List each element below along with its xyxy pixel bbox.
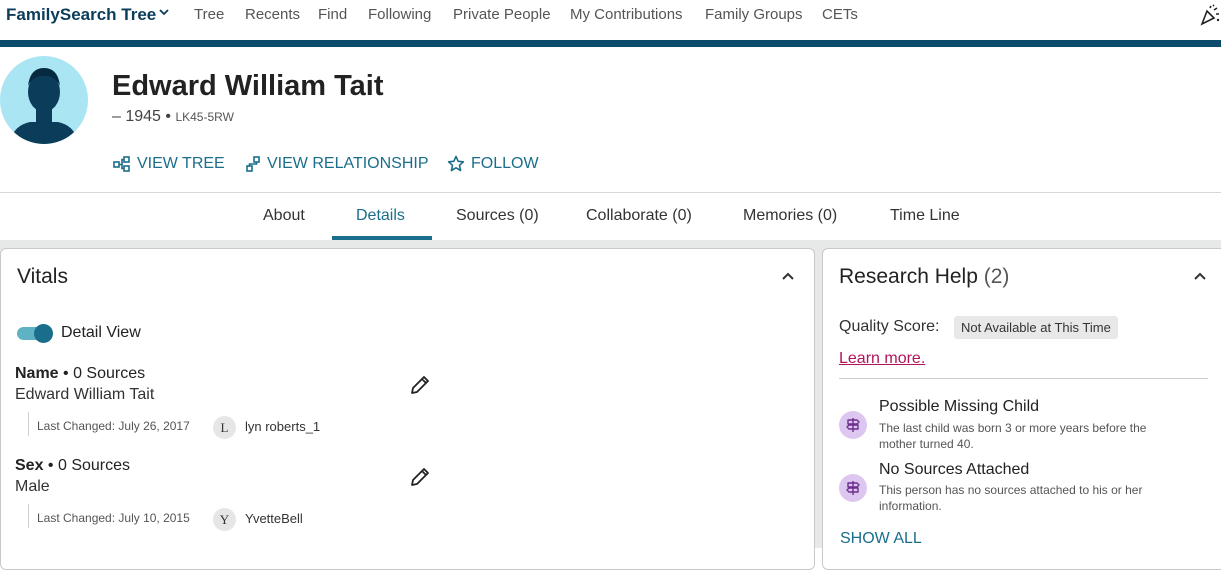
star-icon	[447, 155, 465, 172]
brand-menu[interactable]: FamilySearch Tree	[6, 5, 156, 25]
sex-value: Male	[15, 478, 50, 495]
separator-dot: •	[165, 108, 171, 125]
research-divider	[839, 378, 1208, 379]
contributor-avatar[interactable]: L	[213, 416, 236, 439]
name-label: Name	[15, 365, 59, 382]
chevron-down-icon[interactable]	[158, 6, 170, 21]
view-tree-label: VIEW TREE	[137, 155, 225, 172]
edit-name-icon[interactable]	[409, 374, 431, 396]
sex-sources[interactable]: • 0 Sources	[48, 457, 130, 474]
hint-description: The last child was born 3 or more years …	[879, 421, 1147, 451]
follow-button[interactable]: FOLLOW	[447, 155, 539, 173]
research-help-count: (2)	[983, 265, 1010, 288]
person-id[interactable]: LK45-5RW	[175, 110, 233, 124]
nav-accent-bar	[0, 40, 1221, 47]
contributor-name[interactable]: YvetteBell	[245, 511, 303, 526]
person-dates-line: – 1945 • LK45-5RW	[112, 108, 234, 126]
hint-description: This person has no sources attached to h…	[879, 483, 1143, 513]
vitals-title: Vitals	[17, 265, 68, 288]
signpost-icon	[839, 411, 867, 439]
follow-label: FOLLOW	[471, 155, 539, 172]
nav-cets[interactable]: CETs	[822, 6, 858, 23]
contributor-avatar[interactable]: Y	[213, 508, 236, 531]
name-last-changed: Last Changed: July 26, 2017	[37, 419, 190, 433]
research-help-label: Research Help	[839, 265, 978, 288]
detail-view-toggle[interactable]	[17, 323, 53, 343]
show-all-button[interactable]: SHOW ALL	[840, 530, 922, 548]
name-value: Edward William Tait	[15, 386, 155, 403]
name-change-bar	[28, 412, 29, 436]
sex-heading: Sex • 0 Sources	[15, 457, 130, 475]
edit-sex-icon[interactable]	[409, 466, 431, 488]
research-help-title: Research Help (2)	[839, 265, 1009, 289]
view-relationship-label: VIEW RELATIONSHIP	[267, 155, 429, 172]
avatar	[0, 56, 88, 144]
signpost-icon	[839, 474, 867, 502]
detail-view-label: Detail View	[61, 324, 141, 341]
contributor-name[interactable]: lyn roberts_1	[245, 419, 320, 434]
hint-title[interactable]: Possible Missing Child	[879, 398, 1039, 416]
tab-memories[interactable]: Memories (0)	[743, 207, 837, 225]
tab-sources[interactable]: Sources (0)	[456, 207, 539, 225]
nav-my-contributions[interactable]: My Contributions	[570, 6, 683, 23]
learn-more-link[interactable]: Learn more.	[839, 350, 925, 368]
relationship-icon	[246, 156, 260, 172]
nav-find[interactable]: Find	[318, 6, 347, 23]
tab-details[interactable]: Details	[356, 207, 405, 225]
nav-tree[interactable]: Tree	[194, 6, 224, 23]
collapse-vitals-icon[interactable]	[780, 268, 796, 289]
sex-change-bar	[28, 504, 29, 528]
tree-icon	[113, 156, 130, 172]
quality-score-badge: Not Available at This Time	[954, 316, 1118, 339]
view-tree-button[interactable]: VIEW TREE	[113, 155, 225, 173]
tab-about[interactable]: About	[263, 207, 305, 225]
collapse-research-icon[interactable]	[1192, 268, 1208, 289]
nav-recents[interactable]: Recents	[245, 6, 300, 23]
quality-score-label: Quality Score:	[839, 318, 940, 335]
sex-label: Sex	[15, 457, 44, 474]
sex-last-changed: Last Changed: July 10, 2015	[37, 511, 190, 525]
nav-following[interactable]: Following	[368, 6, 431, 23]
header-divider	[0, 192, 1221, 193]
hint-title[interactable]: No Sources Attached	[879, 461, 1029, 479]
person-dates: – 1945	[112, 108, 161, 125]
celebrate-icon[interactable]	[1199, 4, 1221, 31]
nav-private-people[interactable]: Private People	[453, 6, 551, 23]
name-sources[interactable]: • 0 Sources	[63, 365, 145, 382]
view-relationship-button[interactable]: VIEW RELATIONSHIP	[245, 155, 429, 173]
tab-time-line[interactable]: Time Line	[890, 207, 960, 225]
name-heading: Name • 0 Sources	[15, 365, 145, 383]
nav-family-groups[interactable]: Family Groups	[705, 6, 803, 23]
person-name: Edward William Tait	[112, 70, 384, 102]
tab-collaborate[interactable]: Collaborate (0)	[586, 207, 692, 225]
